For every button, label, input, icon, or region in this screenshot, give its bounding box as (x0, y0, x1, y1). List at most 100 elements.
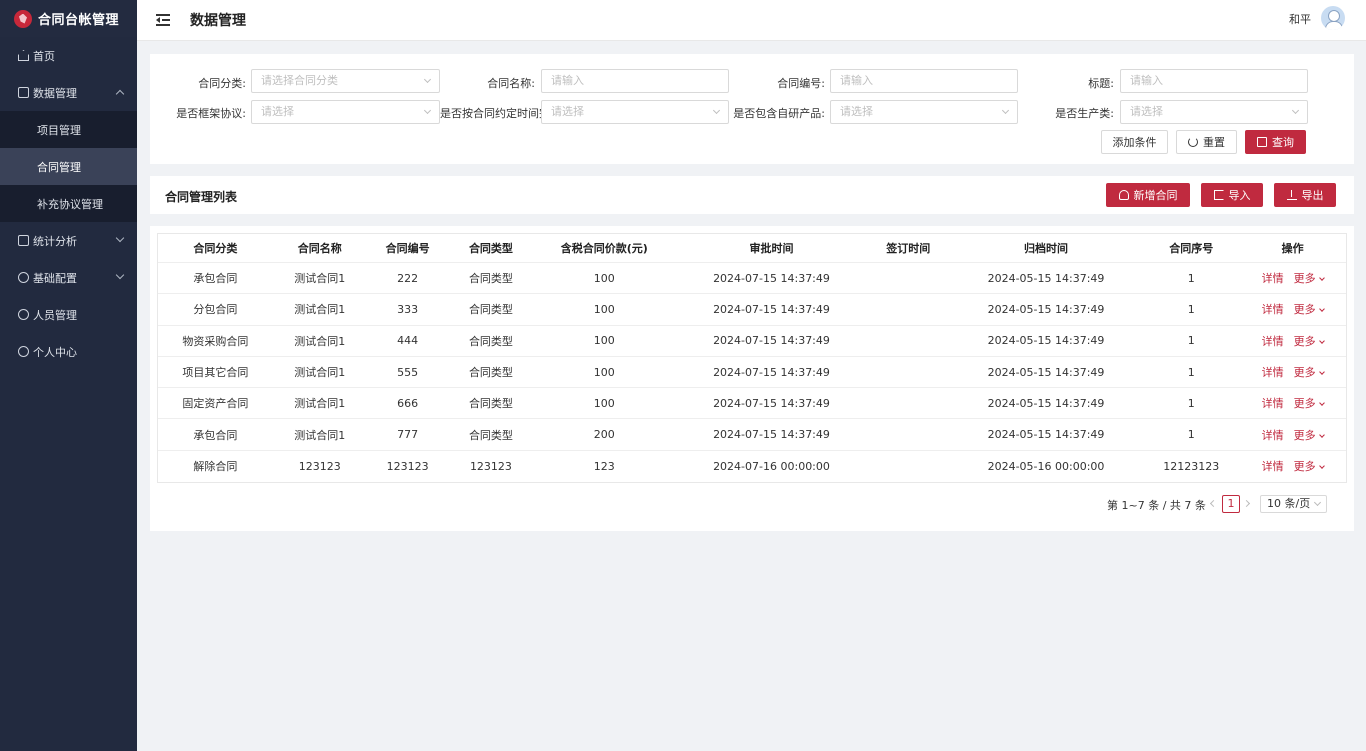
user-name[interactable]: 和平 (1289, 11, 1311, 27)
data-icon (18, 87, 29, 98)
chevron-left-icon[interactable] (1209, 499, 1218, 508)
column-header: 签订时间 (886, 242, 931, 255)
sidebar-item-base-config[interactable]: 基础配置 (0, 259, 137, 296)
page-size-select[interactable]: 10 条/页 (1260, 495, 1327, 513)
pagination-total: 第 1~7 条 / 共 7 条 (1107, 499, 1206, 512)
chevron-down-icon (712, 106, 721, 115)
table-cell: 123123 (469, 459, 512, 473)
row-actions: 详情 更多 (1239, 301, 1346, 317)
table-cell: 承包合同 (193, 428, 238, 442)
table-cell: 2024-05-15 14:37:49 (987, 428, 1105, 442)
chevron-down-icon (1318, 400, 1325, 407)
sidebar-item-label: 补充协议管理 (37, 197, 103, 211)
table-cell: 666 (397, 396, 419, 410)
sidebar-item-project-management[interactable]: 项目管理 (0, 111, 137, 148)
home-icon (18, 50, 29, 61)
import-icon (1213, 190, 1224, 200)
detail-link[interactable]: 详情 (1262, 335, 1284, 348)
sidebar-submenu: 项目管理 合同管理 补充协议管理 (0, 111, 137, 222)
table-cell: 123 (593, 459, 615, 473)
table-cell: 合同类型 (468, 366, 513, 380)
table-cell: 测试合同1 (294, 397, 346, 411)
table-cell: 100 (593, 334, 615, 348)
menu-fold-icon[interactable] (156, 14, 170, 26)
more-label: 更多 (1293, 272, 1316, 286)
sidebar-item-label: 统计分析 (33, 234, 77, 248)
chevron-down-icon (1291, 106, 1300, 115)
more-label: 更多 (1293, 460, 1316, 474)
contract-table: 合同分类 合同名称 合同编号 合同类型 含税合同价款(元) 审批时间 签订时间 归档时间 合同序… (157, 233, 1347, 484)
sidebar-item-profile[interactable]: 个人中心 (0, 333, 137, 370)
app-logo[interactable]: 合同台帐管理 (0, 0, 137, 37)
export-button[interactable]: 导出 (1274, 183, 1336, 207)
self-developed-select[interactable]: 请选择 (830, 100, 1018, 124)
reset-button[interactable]: 重置 (1176, 130, 1237, 154)
sidebar-item-statistics[interactable]: 统计分析 (0, 222, 137, 259)
title-input[interactable]: 请输入 (1120, 69, 1308, 93)
row-actions: 详情 更多 (1239, 364, 1346, 380)
chevron-down-icon (1318, 337, 1325, 344)
detail-link[interactable]: 详情 (1262, 397, 1284, 410)
table-cell: 1 (1187, 428, 1195, 442)
export-icon (1286, 190, 1297, 200)
select-placeholder: 请选择合同分类 (261, 74, 338, 87)
detail-link[interactable]: 详情 (1262, 460, 1284, 473)
avatar[interactable] (1321, 6, 1345, 30)
page-number-current[interactable]: 1 (1222, 495, 1240, 513)
chevron-down-icon (1318, 369, 1325, 375)
row-actions: 详情 更多 (1239, 333, 1346, 349)
import-button[interactable]: 导入 (1201, 183, 1263, 207)
more-label: 更多 (1293, 428, 1316, 442)
search-button[interactable]: 查询 (1245, 130, 1306, 154)
detail-link[interactable]: 详情 (1262, 429, 1284, 442)
sidebar-item-label: 首页 (33, 49, 55, 63)
chevron-right-icon[interactable] (1242, 499, 1251, 508)
team-icon (18, 309, 29, 320)
row-actions: 详情 更多 (1239, 458, 1346, 474)
add-condition-button[interactable]: 添加条件 (1101, 130, 1168, 154)
select-placeholder: 请选择 (551, 105, 584, 118)
table-row: 固定资产合同 测试合同1 666 合同类型 100 2024-07-15 14:37:49… (158, 388, 1346, 420)
chevron-down-icon (1313, 498, 1322, 507)
contract-category-select[interactable]: 请选择合同分类 (251, 69, 440, 93)
table-cell: 物资采购合同 (182, 334, 249, 348)
sidebar-item-personnel[interactable]: 人员管理 (0, 296, 137, 333)
sidebar-item-home[interactable]: 首页 (0, 37, 137, 74)
page-title: 数据管理 (190, 13, 246, 29)
more-label: 更多 (1293, 366, 1316, 380)
more-dropdown[interactable]: 更多 (1294, 397, 1325, 410)
detail-link[interactable]: 详情 (1262, 303, 1284, 316)
contract-number-input[interactable]: 请输入 (830, 69, 1018, 93)
chevron-down-icon (1318, 306, 1325, 313)
title-label: 标题: (1088, 77, 1114, 90)
sidebar-item-label: 人员管理 (33, 308, 77, 322)
user-add-icon (1118, 190, 1129, 200)
table-cell: 2024-05-15 14:37:49 (987, 396, 1105, 410)
detail-link[interactable]: 详情 (1262, 366, 1284, 379)
detail-link[interactable]: 详情 (1262, 272, 1284, 285)
more-dropdown[interactable]: 更多 (1293, 272, 1325, 286)
production-select[interactable]: 请选择 (1120, 100, 1308, 124)
more-dropdown[interactable]: 更多 (1293, 460, 1325, 474)
contract-name-input[interactable]: 请输入 (541, 69, 729, 93)
more-dropdown[interactable]: 更多 (1294, 335, 1325, 348)
table-cell: 合同类型 (468, 303, 513, 317)
more-dropdown[interactable]: 更多 (1294, 303, 1325, 316)
framework-agreement-select[interactable]: 请选择 (251, 100, 440, 124)
table-row: 承包合同 测试合同1 222 合同类型 100 2024-07-15 14:37:49 20… (158, 263, 1346, 295)
select-placeholder: 请选择 (1130, 105, 1163, 118)
on-time-select[interactable]: 请选择 (541, 100, 729, 124)
sidebar-item-label: 合同管理 (37, 160, 81, 174)
sidebar-item-supplement-management[interactable]: 补充协议管理 (0, 185, 137, 222)
chevron-down-icon (115, 233, 125, 243)
add-contract-button[interactable]: 新增合同 (1106, 183, 1190, 207)
sidebar-item-contract-management[interactable]: 合同管理 (0, 148, 137, 185)
table-cell: 2024-07-15 14:37:49 (713, 428, 830, 442)
table-cell: 123123 (386, 459, 429, 473)
table-cell: 100 (593, 271, 615, 285)
more-dropdown[interactable]: 更多 (1293, 428, 1325, 442)
sidebar-item-data-management[interactable]: 数据管理 (0, 74, 137, 111)
table-cell: 100 (593, 302, 615, 316)
more-dropdown[interactable]: 更多 (1293, 366, 1325, 380)
contract-number-label: 合同编号: (777, 77, 825, 90)
